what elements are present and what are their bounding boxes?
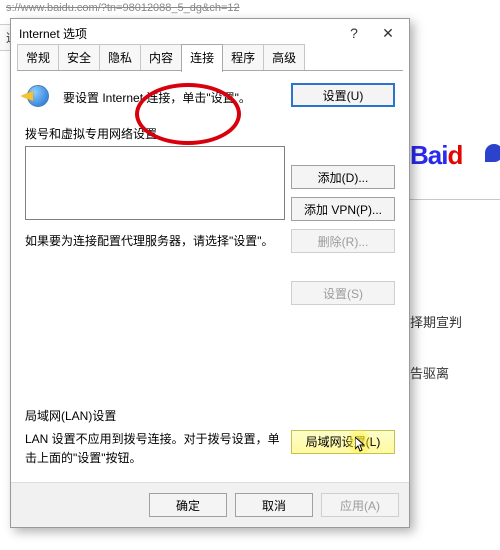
tab-content[interactable]: 内容 xyxy=(140,44,182,71)
internet-options-dialog: Internet 选项 ? ✕ 常规 安全 隐私 内容 连接 程序 高级 要设置… xyxy=(10,18,410,528)
tab-strip: 常规 安全 隐私 内容 连接 程序 高级 xyxy=(11,47,409,71)
bg-right-panel: Baid 择期宣判 告驱离 xyxy=(410,0,500,550)
lan-settings-button[interactable]: 局域网设置(L) xyxy=(291,430,395,454)
titlebar: Internet 选项 ? ✕ xyxy=(11,19,409,47)
lan-section-title: 局域网(LAN)设置 xyxy=(25,407,395,424)
lan-description: LAN 设置不应用到拨号连接。对于拨号设置，单击上面的"设置"按钮。 xyxy=(25,430,291,468)
connect-description: 要设置 Internet 连接，单击"设置"。 xyxy=(63,83,291,106)
bg-news-1: 择期宣判 xyxy=(410,312,500,331)
dial-section-title: 拨号和虚拟专用网络设置 xyxy=(25,125,395,142)
apply-button: 应用(A) xyxy=(321,493,399,517)
dialog-body: 要设置 Internet 连接，单击"设置"。 设置(U) 拨号和虚拟专用网络设… xyxy=(11,71,409,482)
globe-icon xyxy=(27,85,53,111)
ok-button[interactable]: 确定 xyxy=(149,493,227,517)
cancel-button[interactable]: 取消 xyxy=(235,493,313,517)
tab-advanced[interactable]: 高级 xyxy=(263,44,305,71)
add-button[interactable]: 添加(D)... xyxy=(291,165,395,189)
help-button[interactable]: ? xyxy=(337,22,371,44)
dial-listbox[interactable] xyxy=(25,146,285,220)
setup-button[interactable]: 设置(U) xyxy=(291,83,395,107)
dialog-footer: 确定 取消 应用(A) xyxy=(11,482,409,527)
tab-programs[interactable]: 程序 xyxy=(222,44,264,71)
proxy-description: 如果要为连接配置代理服务器，请选择"设置"。 xyxy=(25,232,285,251)
tab-privacy[interactable]: 隐私 xyxy=(99,44,141,71)
tab-connections[interactable]: 连接 xyxy=(181,44,223,72)
close-button[interactable]: ✕ xyxy=(371,22,405,44)
logo-dot-icon xyxy=(485,144,500,162)
remove-button: 删除(R)... xyxy=(291,229,395,253)
dial-settings-button: 设置(S) xyxy=(291,281,395,305)
dialog-title: Internet 选项 xyxy=(19,25,87,42)
add-vpn-button[interactable]: 添加 VPN(P)... xyxy=(291,197,395,221)
bg-news-2: 告驱离 xyxy=(410,363,500,382)
tab-security[interactable]: 安全 xyxy=(58,44,100,71)
tab-general[interactable]: 常规 xyxy=(17,44,59,71)
